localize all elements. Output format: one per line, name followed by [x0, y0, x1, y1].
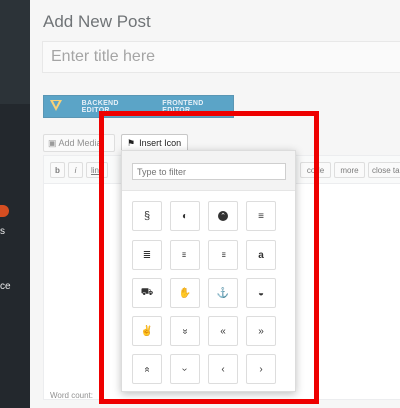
icon-option[interactable]: ⌃ — [208, 201, 238, 231]
icon-option[interactable]: ⚓ — [208, 278, 238, 308]
align-left-icon: ≡ — [182, 249, 187, 261]
add-media-label: Add Media — [58, 138, 102, 148]
flag-icon: ⚑ — [127, 137, 136, 148]
anchor-icon: ⚓ — [216, 287, 230, 299]
quicktag-close-tags-button[interactable]: close ta — [368, 162, 400, 178]
page-builder-bar: BACKEND EDITOR FRONTEND EDITOR — [43, 95, 234, 118]
icon-option[interactable]: ◐ — [170, 201, 200, 231]
icon-option[interactable]: « — [132, 354, 162, 384]
icon-option[interactable]: » — [246, 316, 276, 346]
backend-editor-button[interactable]: BACKEND EDITOR — [82, 100, 149, 114]
icon-filter-input[interactable] — [132, 163, 286, 180]
icon-option[interactable]: › — [170, 354, 200, 384]
quicktag-more-button[interactable]: more — [334, 162, 365, 178]
icon-option[interactable]: ◒ — [246, 278, 276, 308]
scroll-icon: § — [143, 210, 151, 222]
icon-option[interactable]: ✌ — [132, 316, 162, 346]
icon-picker-header — [122, 151, 295, 191]
icon-option[interactable]: ⛟ — [132, 278, 162, 308]
page-title: Add New Post — [43, 12, 151, 31]
chevron-up-circle-icon: ⌃ — [218, 211, 228, 221]
icon-option[interactable]: » — [170, 316, 200, 346]
angle-double-down-icon: » — [179, 328, 191, 334]
icon-picker-popup: § ◐ ⌃ ≡ ≣ ≡ ≡ a ⛟ ✋ ⚓ ◒ ✌ » « » « › ‹ › — [121, 150, 296, 392]
icon-option[interactable]: ≡ — [246, 201, 276, 231]
sidebar-active-item[interactable] — [0, 0, 30, 104]
icon-option[interactable]: › — [246, 354, 276, 384]
icon-option[interactable]: « — [208, 316, 238, 346]
icon-option[interactable]: § — [132, 201, 162, 231]
align-center-icon: ≡ — [258, 210, 264, 222]
american-sign-language-icon: ✋ — [178, 287, 192, 299]
angle-right-icon: › — [259, 363, 263, 375]
quicktag-link-button[interactable]: link — [86, 162, 108, 178]
page-builder-logo-icon — [44, 96, 70, 117]
icon-option[interactable]: ≡ — [208, 240, 238, 270]
frontend-editor-button[interactable]: FRONTEND EDITOR — [162, 100, 233, 114]
admin-sidebar: s ce — [0, 0, 30, 408]
sidebar-item-label[interactable]: s — [0, 226, 5, 237]
angle-left-icon: ‹ — [221, 363, 225, 375]
quicktag-bold-button[interactable]: b — [50, 162, 65, 178]
angellist-icon: ✌ — [140, 325, 154, 337]
quicktag-italic-button[interactable]: i — [68, 162, 83, 178]
align-justify-icon: ≣ — [142, 249, 152, 261]
icon-option[interactable]: ✋ — [170, 278, 200, 308]
media-icon: ▣ — [48, 137, 57, 148]
half-circle-icon: ◐ — [181, 210, 189, 222]
icon-option[interactable]: ‹ — [208, 354, 238, 384]
icon-option[interactable]: ≡ — [170, 240, 200, 270]
sidebar-item-label[interactable]: ce — [0, 281, 11, 292]
quicktag-code-button[interactable]: code — [300, 162, 331, 178]
add-media-button[interactable]: ▣ Add Media — [43, 134, 115, 152]
post-title-input[interactable] — [42, 41, 400, 73]
icon-option[interactable]: a — [246, 240, 276, 270]
angle-double-up-icon: « — [141, 366, 153, 372]
angle-double-right-icon: » — [258, 325, 264, 337]
word-count: Word count: — [50, 391, 93, 400]
android-icon: ◒ — [257, 287, 265, 299]
icon-option[interactable]: ≣ — [132, 240, 162, 270]
ambulance-icon: ⛟ — [140, 286, 154, 298]
amazon-icon: a — [258, 249, 264, 261]
notification-badge — [0, 205, 9, 217]
angle-down-icon: › — [179, 367, 191, 371]
angle-double-left-icon: « — [220, 325, 226, 337]
align-right-icon: ≡ — [221, 249, 226, 261]
insert-icon-label: Insert Icon — [139, 138, 182, 148]
